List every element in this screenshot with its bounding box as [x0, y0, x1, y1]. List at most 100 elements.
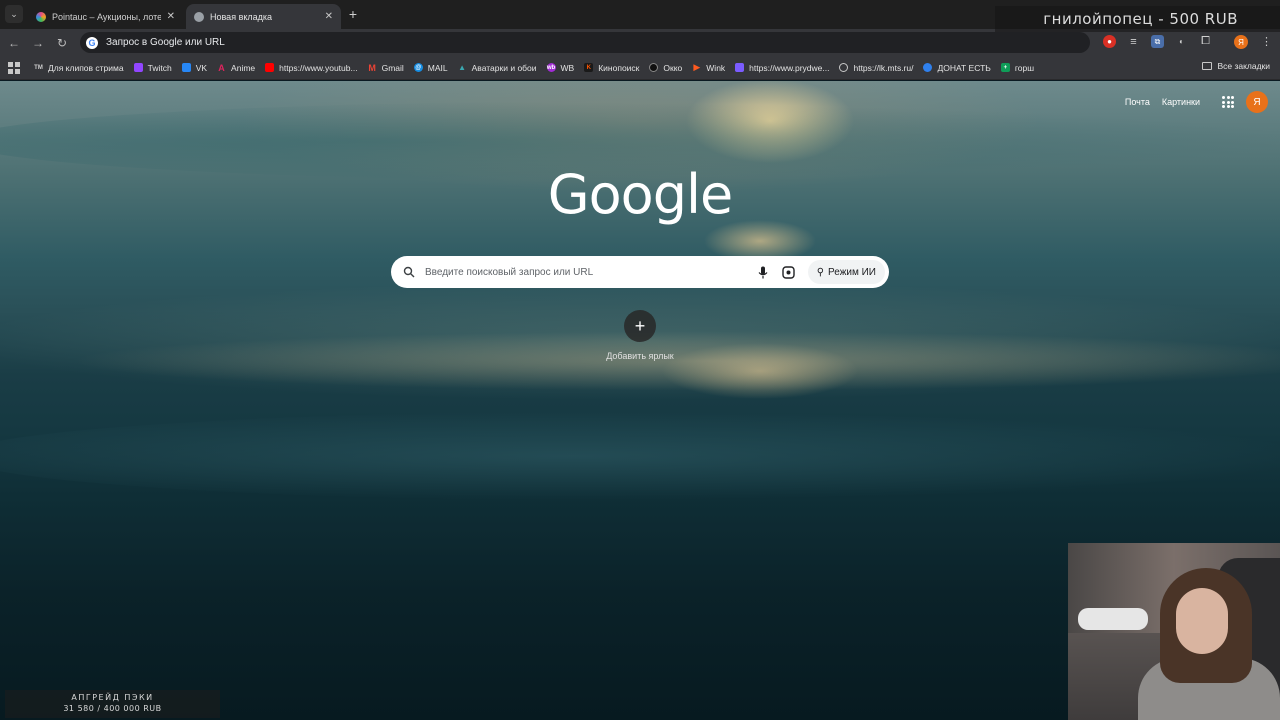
back-icon[interactable]: ←: [6, 35, 22, 51]
new-tab-button[interactable]: +: [345, 6, 361, 22]
search-icon: [403, 266, 415, 278]
bookmark-label: Twitch: [147, 62, 172, 73]
bookmark-item[interactable]: K Кинопоиск: [584, 63, 639, 73]
bookmark-label: MAIL: [427, 62, 448, 73]
bookmark-label: VK: [195, 62, 208, 73]
avatars-icon: ▲: [458, 63, 467, 72]
bookmark-item[interactable]: https://www.prydwe...: [735, 63, 829, 73]
apps-grid-icon[interactable]: [8, 61, 20, 74]
donation-goal: АПГРЕЙД ПЭКИ 31 580 / 400 000 RUB: [5, 690, 220, 718]
kinopoisk-icon: K: [584, 63, 594, 72]
bookmark-label: https://lk.mts.ru/: [853, 62, 914, 73]
profile-letter: Я: [1238, 37, 1244, 47]
mail-link[interactable]: Почта: [1125, 97, 1150, 107]
webcam-microphone: [1078, 608, 1148, 630]
close-icon[interactable]: ✕: [325, 11, 333, 22]
recording-extension-icon[interactable]: ●: [1103, 35, 1116, 48]
all-bookmarks-button[interactable]: Все закладки: [1202, 61, 1270, 71]
tab-new-tab[interactable]: Новая вкладка ✕: [186, 4, 341, 29]
puzzle-extensions-icon[interactable]: ⧠: [1199, 35, 1212, 48]
newtab-favicon-icon: [194, 11, 204, 22]
microphone-icon[interactable]: [756, 265, 770, 279]
donation-alert: гнилойпопец - 500 RUB: [995, 6, 1280, 32]
webcam-feed: [1068, 543, 1280, 720]
bookmark-item[interactable]: https://lk.mts.ru/: [839, 63, 913, 73]
ai-mode-button[interactable]: ⚲ Режим ИИ: [807, 260, 885, 284]
okko-icon: [649, 63, 659, 72]
bookmark-item[interactable]: ▲ Аватарки и обои: [458, 62, 537, 73]
kebab-menu-icon[interactable]: ⋮: [1260, 35, 1273, 48]
bookmark-label: WB: [560, 62, 575, 73]
globe-icon: [839, 63, 849, 72]
extension-icon[interactable]: ◐: [1175, 35, 1188, 48]
donat-icon: [923, 63, 933, 72]
bookmark-item[interactable]: A Anime: [217, 63, 255, 73]
tm-icon: TM: [34, 64, 43, 71]
bookmark-label: Gmail: [381, 62, 404, 73]
bookmark-item[interactable]: Twitch: [133, 62, 172, 73]
bookmark-label: Wink: [706, 62, 726, 73]
youtube-icon: [265, 63, 275, 72]
address-bar[interactable]: G Запрос в Google или URL: [80, 32, 1090, 53]
google-logo: Google: [547, 163, 733, 226]
add-shortcut-button[interactable]: +: [624, 310, 656, 342]
bookmark-item[interactable]: ▶ Wink: [692, 62, 726, 73]
bookmark-label: Аватарки и обои: [471, 62, 537, 73]
reload-icon[interactable]: ↻: [54, 35, 70, 51]
ai-search-icon: ⚲: [816, 266, 825, 278]
bookmark-item[interactable]: ДОНАТ ЕСТЬ: [923, 62, 991, 73]
bookmark-label: Кинопоиск: [598, 62, 640, 73]
bookmark-label: горш: [1014, 62, 1035, 73]
database-extension-icon[interactable]: ≡: [1127, 35, 1140, 48]
avatar-letter: Я: [1253, 96, 1261, 108]
translate-extension-icon[interactable]: ⧉: [1151, 35, 1164, 48]
google-apps-icon[interactable]: [1222, 96, 1234, 108]
wb-icon: wb: [546, 63, 556, 72]
bookmark-item[interactable]: https://www.youtub...: [265, 63, 358, 73]
bookmark-item[interactable]: @ MAIL: [413, 62, 448, 73]
water-background: [0, 411, 1280, 501]
prydwen-icon: [735, 63, 745, 72]
pointauc-favicon-icon: [36, 11, 46, 22]
bookmark-item[interactable]: TM Для клипов стрима: [34, 62, 124, 73]
webcam-person-face: [1176, 588, 1228, 654]
bookmark-item[interactable]: + горш: [1000, 62, 1035, 73]
bookmark-item[interactable]: Окко: [649, 63, 682, 73]
bookmark-label: ДОНАТ ЕСТЬ: [937, 62, 991, 73]
tab-search-button[interactable]: ⌄: [5, 5, 23, 23]
top-links: Почта Картинки Я: [1125, 91, 1280, 113]
forward-icon[interactable]: →: [30, 35, 46, 51]
donation-goal-progress: 31 580 / 400 000 RUB: [63, 704, 162, 713]
search-box[interactable]: Введите поисковый запрос или URL ⚲ Режим…: [391, 256, 889, 288]
bookmark-label: https://www.prydwe...: [749, 62, 830, 73]
tab-title: Новая вкладка: [210, 11, 273, 22]
bookmark-item[interactable]: wb WB: [546, 62, 575, 73]
bookmark-label: Для клипов стрима: [48, 62, 124, 73]
close-icon[interactable]: ✕: [167, 11, 175, 22]
sheets-icon: +: [1000, 63, 1010, 72]
wink-icon: ▶: [693, 62, 701, 72]
twitch-icon: [133, 63, 143, 72]
all-bookmarks-label: Все закладки: [1217, 61, 1270, 71]
anime-icon: A: [218, 62, 225, 73]
browser-toolbar: ← → ↻ G Запрос в Google или URL ● ≡ ⧉ ◐ …: [0, 29, 1280, 56]
add-shortcut-label: Добавить ярлык: [606, 351, 674, 361]
bookmark-item[interactable]: VK: [181, 62, 208, 73]
bookmark-label: Anime: [231, 62, 256, 73]
address-bar-text: Запрос в Google или URL: [106, 37, 225, 48]
donation-goal-title: АПГРЕЙД ПЭКИ: [71, 693, 154, 702]
account-avatar[interactable]: Я: [1246, 91, 1268, 113]
search-input[interactable]: Введите поисковый запрос или URL: [425, 267, 756, 278]
bookmarks-bar: TM Для клипов стрима Twitch VK A Anime htt…: [0, 56, 1280, 80]
vk-icon: [181, 63, 191, 72]
google-icon: G: [86, 36, 98, 49]
google-lens-icon[interactable]: [782, 265, 796, 279]
images-link[interactable]: Картинки: [1162, 97, 1200, 107]
tab-pointauc[interactable]: Pointauc – Аукционы, лотереи ✕: [28, 4, 183, 29]
ai-mode-label: Режим ИИ: [828, 266, 876, 278]
tab-title: Pointauc – Аукционы, лотереи: [52, 11, 161, 22]
bookmark-label: Окко: [663, 62, 683, 73]
gmail-icon: M: [368, 62, 376, 73]
bookmark-item[interactable]: M Gmail: [368, 62, 404, 73]
profile-avatar[interactable]: Я: [1234, 35, 1248, 49]
